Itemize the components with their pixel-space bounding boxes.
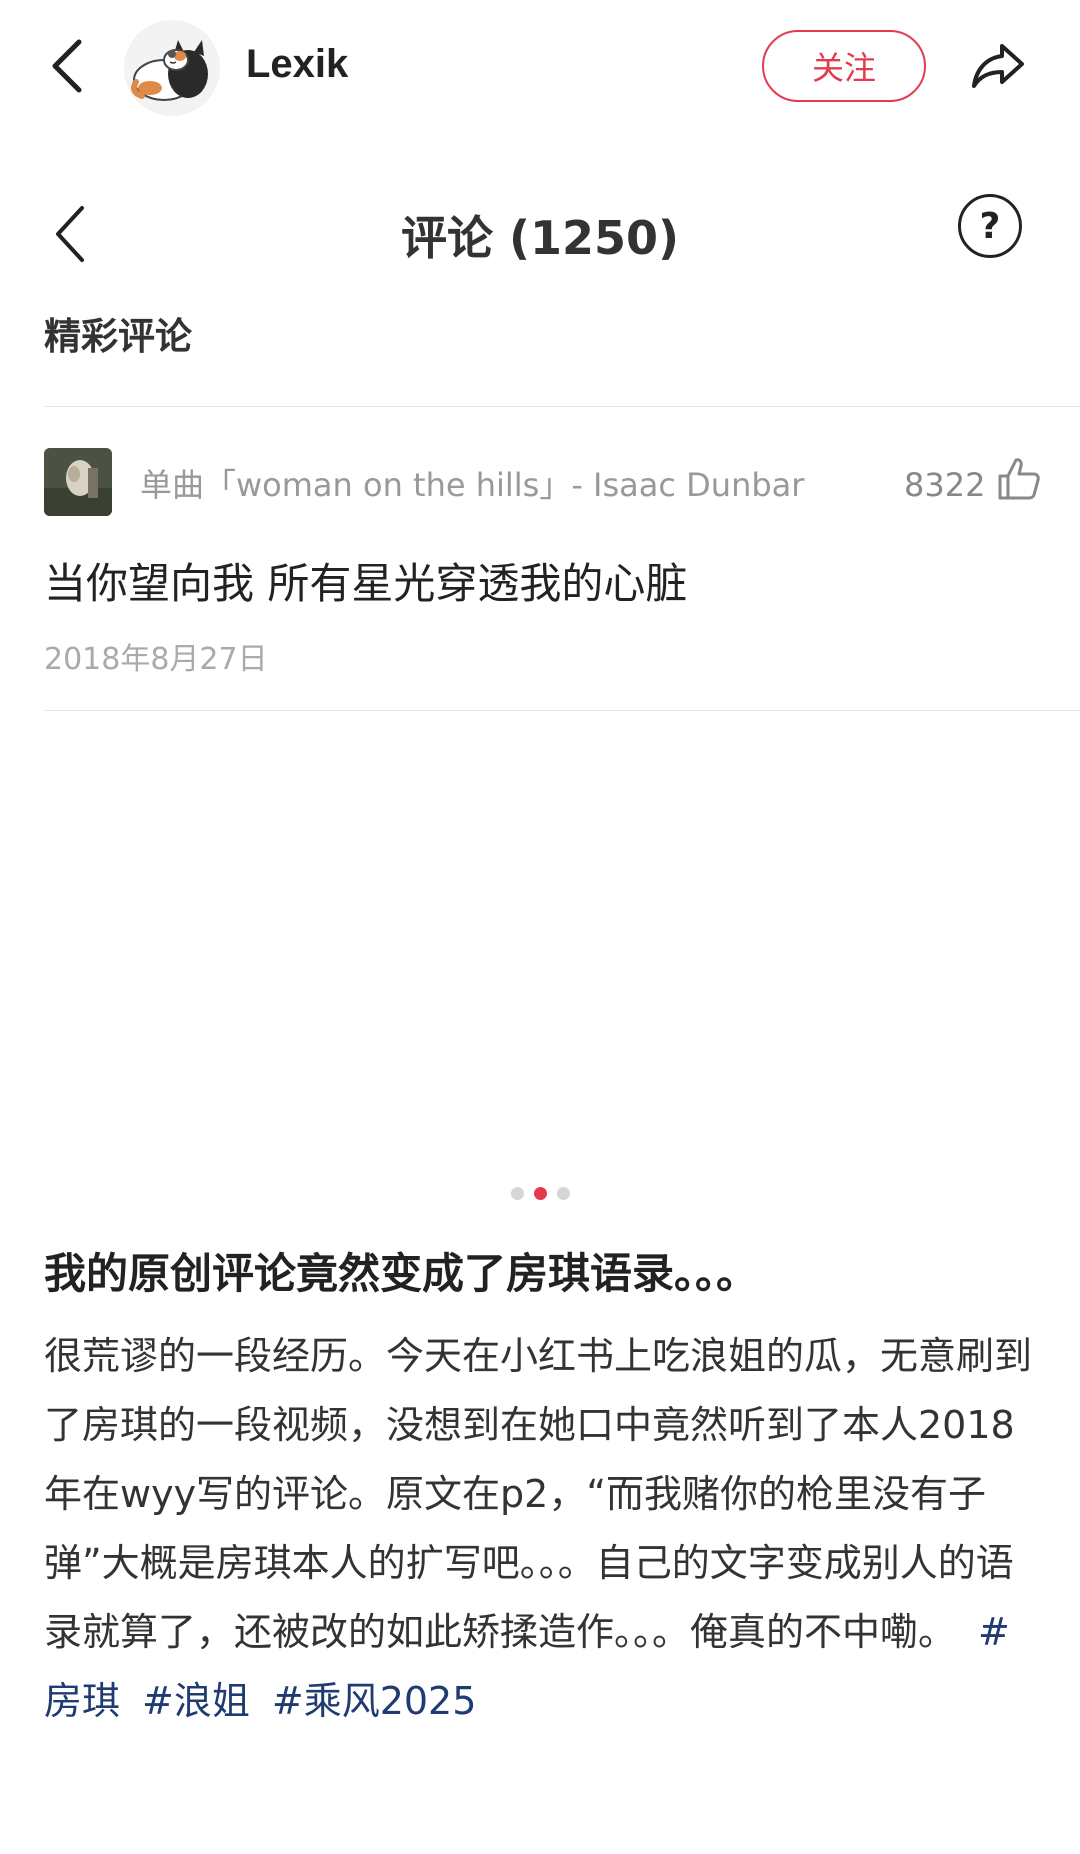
song-cover-icon [44, 448, 112, 516]
avatar[interactable] [124, 20, 220, 116]
post-body: 很荒谬的一段经历。今天在小红书上吃浪姐的瓜，无意刷到了房琪的一段视频，没想到在她… [44, 1322, 1044, 1736]
song-info: 单曲「woman on the hills」- Isaac Dunbar [140, 466, 805, 504]
share-icon [972, 44, 1024, 88]
thumbs-up-icon [998, 458, 1040, 500]
comment-date: 2018年8月27日 [44, 642, 268, 677]
divider [44, 710, 1080, 711]
share-button[interactable] [960, 32, 1036, 100]
help-icon: ? [958, 194, 1022, 258]
top-bar: Lexik 关注 [0, 0, 1080, 140]
post-body-text: 很荒谬的一段经历。今天在小红书上吃浪姐的瓜，无意刷到了房琪的一段视频，没想到在她… [44, 1334, 1033, 1654]
carousel-dot[interactable] [556, 1187, 570, 1200]
post-title: 我的原创评论竟然变成了房琪语录。。。 [44, 1249, 759, 1298]
username[interactable]: Lexik [246, 42, 348, 87]
section-heading: 精彩评论 [44, 315, 192, 358]
carousel-dot[interactable] [510, 1187, 524, 1200]
comments-title: 评论 (1250) [400, 211, 680, 265]
back-button[interactable] [40, 32, 92, 100]
hashtag-link[interactable]: #乘风2025 [272, 1679, 477, 1723]
carousel-dot-active[interactable] [533, 1187, 547, 1200]
hashtag-link[interactable]: #浪姐 [142, 1679, 250, 1723]
chevron-left-icon [52, 39, 82, 93]
divider [44, 406, 1080, 407]
follow-button[interactable]: 关注 [762, 30, 926, 102]
comment-text: 当你望向我 所有星光穿透我的心脏 [44, 559, 688, 608]
carousel-indicator [0, 1187, 1080, 1200]
cat-avatar-icon [124, 20, 220, 116]
post-image[interactable]: 评论 (1250) ? 精彩评论 单曲「woman on the hills」-… [0, 150, 1080, 1170]
song-thumbnail [44, 448, 112, 516]
like-count: 8322 [904, 466, 986, 504]
